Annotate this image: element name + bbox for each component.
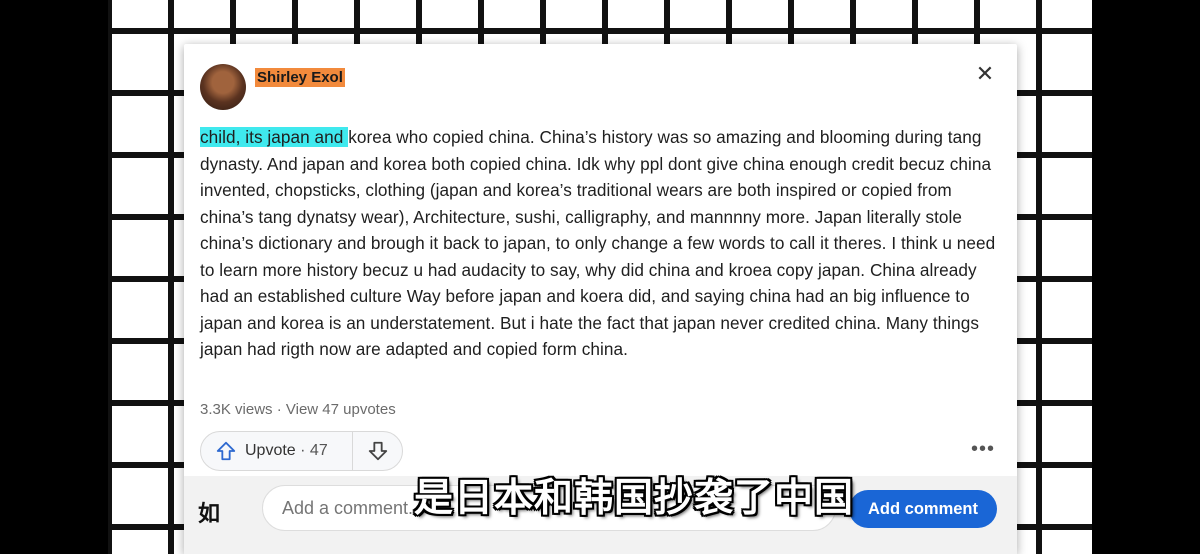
user-avatar[interactable]: 如 <box>198 494 252 534</box>
answer-text: korea who copied china. China’s history … <box>200 127 996 359</box>
answer-meta: 3.3K views · View 47 upvotes <box>200 401 396 418</box>
upvote-label: Upvote <box>245 442 296 459</box>
author-name[interactable]: Shirley Exol <box>255 68 345 87</box>
highlighted-text: child, its japan and <box>200 127 349 147</box>
arrow-up-icon <box>216 441 236 461</box>
downvote-button[interactable] <box>353 440 402 462</box>
vote-controls: Upvote · 47 <box>200 431 403 471</box>
view-upvotes-link[interactable]: View 47 upvotes <box>286 401 396 418</box>
meta-separator: · <box>272 401 286 418</box>
view-count: 3.3K views <box>200 401 273 418</box>
answer-body: child, its japan and korea who copied ch… <box>200 124 1000 363</box>
video-subtitle: 是日本和韩国抄袭了中国 <box>414 476 855 521</box>
add-comment-button[interactable]: Add comment <box>849 490 997 528</box>
more-icon[interactable]: ••• <box>971 438 995 461</box>
close-icon[interactable]: ✕ <box>973 62 997 86</box>
upvote-button[interactable]: Upvote · 47 <box>201 432 353 470</box>
upvote-count: · 47 <box>300 442 328 459</box>
author-avatar[interactable] <box>200 64 246 110</box>
arrow-down-icon <box>368 441 387 461</box>
